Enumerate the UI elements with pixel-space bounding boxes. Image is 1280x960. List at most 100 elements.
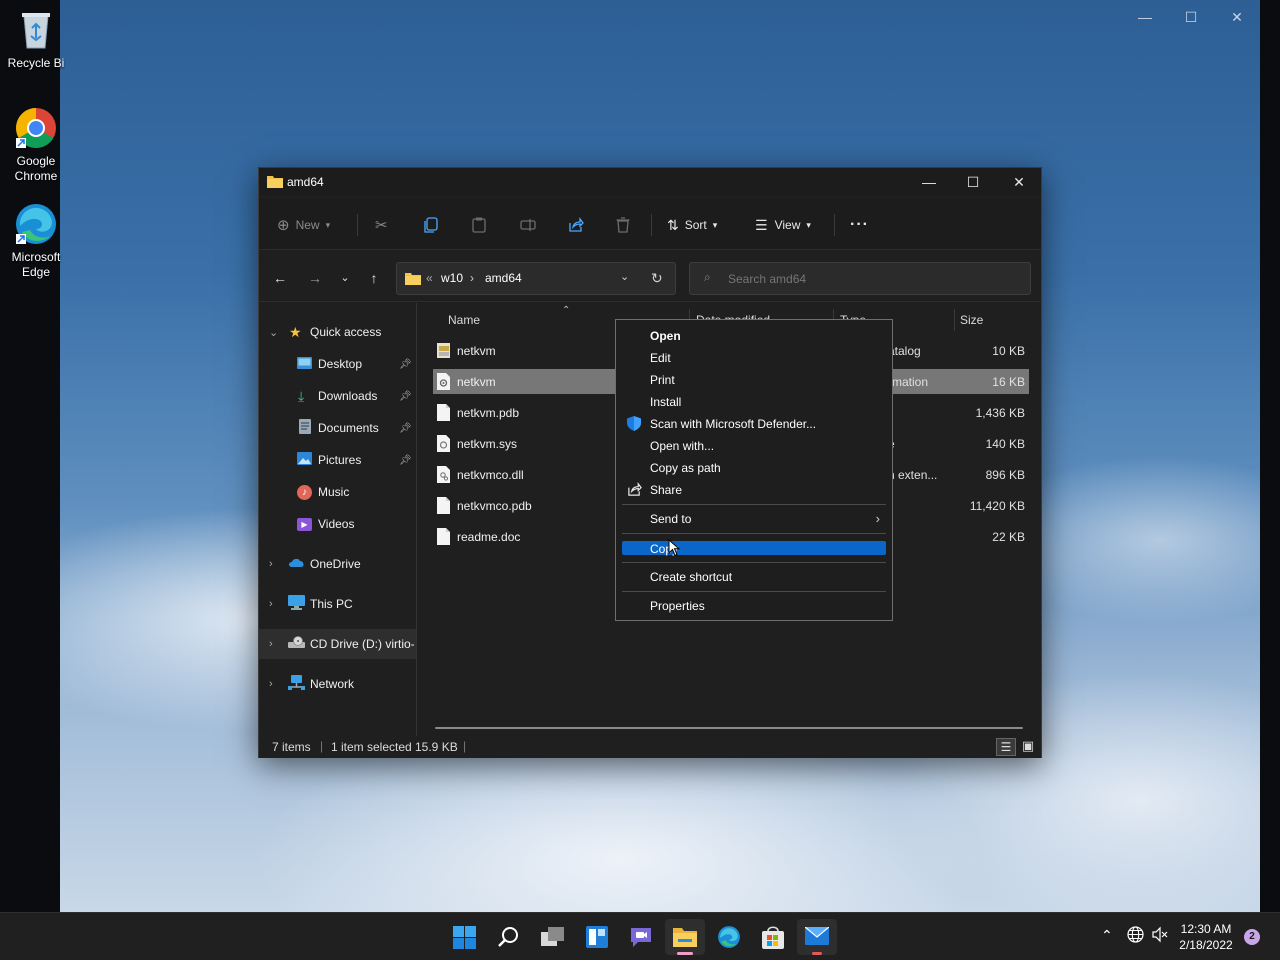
status-item-count: 7 items (272, 740, 311, 754)
new-button[interactable]: ⊕ New ▾ (277, 212, 330, 238)
cut-button[interactable]: ✂ (375, 212, 388, 238)
file-explorer-taskbar-button[interactable] (665, 919, 705, 955)
new-label: New (295, 218, 320, 232)
desktop-folder-icon (297, 356, 312, 372)
window-title: amd64 (287, 175, 324, 189)
network-icon (288, 675, 305, 693)
menu-item-copy[interactable]: Copy (622, 541, 886, 556)
nav-cd-drive[interactable]: › CD Drive (D:) virtio- (259, 629, 416, 659)
context-menu: Open Edit Print Install Scan with Micros… (615, 319, 893, 621)
nav-item-videos[interactable]: ▶ Videos (259, 509, 416, 539)
menu-item-share[interactable]: Share (622, 479, 886, 501)
file-name: netkvm.pdb (457, 406, 520, 420)
desktop-right-strip (1260, 0, 1280, 912)
nav-network[interactable]: › Network (259, 669, 416, 699)
mail-taskbar-button[interactable] (797, 919, 837, 955)
column-divider[interactable] (954, 309, 955, 331)
widgets-button[interactable] (577, 919, 617, 955)
system-clock[interactable]: 12:30 AM 2/18/2022 (1172, 921, 1240, 953)
search-box[interactable]: ⌕ (689, 262, 1031, 295)
up-button[interactable]: ↑ (364, 268, 384, 288)
store-taskbar-button[interactable] (753, 919, 793, 955)
menu-item-print[interactable]: Print (622, 369, 886, 391)
column-header-size[interactable]: Size (960, 313, 983, 327)
teams-chat-button[interactable] (621, 919, 661, 955)
nav-onedrive[interactable]: › OneDrive (259, 549, 416, 579)
nav-item-documents[interactable]: Documents 📌︎ (259, 413, 416, 443)
tiles-view-icon[interactable]: ▣ (1019, 738, 1037, 756)
share-button[interactable] (568, 212, 584, 238)
sort-ascending-icon: ⌃ (562, 305, 571, 316)
menu-item-copy-as-path[interactable]: Copy as path (622, 457, 886, 479)
active-indicator (677, 952, 693, 955)
breadcrumb-w10[interactable]: w10 (441, 271, 463, 285)
menu-item-label: Send to (650, 512, 692, 526)
maximize-button[interactable]: ☐ (958, 172, 988, 192)
menu-item-scan-defender[interactable]: Scan with Microsoft Defender... (622, 413, 886, 435)
chevron-right-icon[interactable]: › (269, 638, 273, 650)
menu-item-create-shortcut[interactable]: Create shortcut (622, 566, 886, 588)
menu-item-edit[interactable]: Edit (622, 347, 886, 369)
volume-muted-icon[interactable] (1152, 926, 1169, 946)
nav-quick-access[interactable]: ⌄ ★ Quick access (259, 317, 416, 347)
nav-item-downloads[interactable]: ⤓ Downloads 📌︎ (259, 381, 416, 411)
breadcrumb-amd64[interactable]: amd64 (485, 271, 522, 285)
breadcrumb-overflow[interactable]: « (426, 271, 433, 285)
details-view-icon[interactable]: ☰ (996, 738, 1016, 756)
horizontal-scrollbar[interactable] (435, 727, 1023, 729)
chevron-down-icon[interactable]: ⌄ (620, 270, 629, 283)
desktop-icon-chrome[interactable]: Google Chrome (2, 106, 70, 184)
menu-item-install[interactable]: Install (622, 391, 886, 413)
nav-item-pictures[interactable]: Pictures 📌︎ (259, 445, 416, 475)
notification-badge[interactable]: 2 (1244, 929, 1260, 945)
menu-item-properties[interactable]: Properties (622, 595, 886, 617)
start-button[interactable] (444, 919, 484, 955)
nav-item-desktop[interactable]: Desktop 📌︎ (259, 349, 416, 379)
chevron-down-icon[interactable]: ⌄ (269, 326, 278, 339)
menu-item-send-to[interactable]: Send to › (622, 508, 886, 530)
menu-item-open-with[interactable]: Open with... (622, 435, 886, 457)
sort-button[interactable]: ⇅ Sort ▾ (667, 212, 717, 238)
desktop-icon-recycle-bin[interactable]: Recycle Bi (2, 8, 70, 71)
clock-date: 2/18/2022 (1179, 938, 1233, 952)
address-bar[interactable]: « w10 › amd64 ⌄ ↻ (396, 262, 676, 295)
chevron-right-icon[interactable]: › (269, 558, 273, 570)
refresh-icon[interactable]: ↻ (651, 270, 663, 287)
copy-button[interactable] (424, 212, 438, 238)
recycle-bin-icon (14, 8, 58, 52)
search-icon (498, 927, 518, 947)
nav-item-music[interactable]: ♪ Music (259, 477, 416, 507)
minimize-button[interactable]: — (914, 172, 944, 192)
rename-button[interactable] (520, 212, 536, 238)
chevron-up-icon[interactable]: ⌃ (1101, 927, 1113, 944)
title-bar[interactable]: amd64 — ☐ ✕ (259, 168, 1041, 196)
task-view-button[interactable] (533, 919, 573, 955)
chevron-right-icon[interactable]: › (269, 678, 273, 690)
desktop-icon-label: Microsoft Edge (11, 250, 61, 279)
star-icon: ★ (289, 323, 302, 340)
back-button[interactable]: ← (270, 268, 290, 288)
more-options-button[interactable]: ··· (850, 212, 869, 238)
menu-item-label: Share (650, 483, 683, 497)
paste-button[interactable] (472, 212, 486, 238)
menu-item-open[interactable]: Open (622, 325, 886, 347)
menu-item-label: Print (650, 373, 675, 387)
view-button[interactable]: ☰ View ▾ (755, 212, 811, 238)
search-input[interactable] (728, 269, 1018, 289)
close-button[interactable]: ✕ (1004, 172, 1034, 192)
nav-this-pc[interactable]: › This PC (259, 589, 416, 619)
menu-item-label: Properties (650, 599, 705, 613)
column-header-name[interactable]: Name (448, 313, 480, 327)
chevron-right-icon[interactable]: › (269, 598, 273, 610)
edge-taskbar-button[interactable] (709, 919, 749, 955)
forward-button[interactable]: → (305, 268, 325, 288)
recent-locations-button[interactable]: ⌄ (335, 268, 355, 288)
delete-button[interactable] (616, 212, 630, 238)
search-button[interactable] (488, 919, 528, 955)
nav-label: Downloads (318, 389, 378, 403)
menu-item-label: Open (650, 329, 681, 343)
nav-label: Network (310, 677, 355, 691)
globe-icon[interactable] (1127, 926, 1144, 946)
clock-time: 12:30 AM (1180, 922, 1232, 936)
desktop-icon-edge[interactable]: Microsoft Edge (2, 202, 70, 280)
